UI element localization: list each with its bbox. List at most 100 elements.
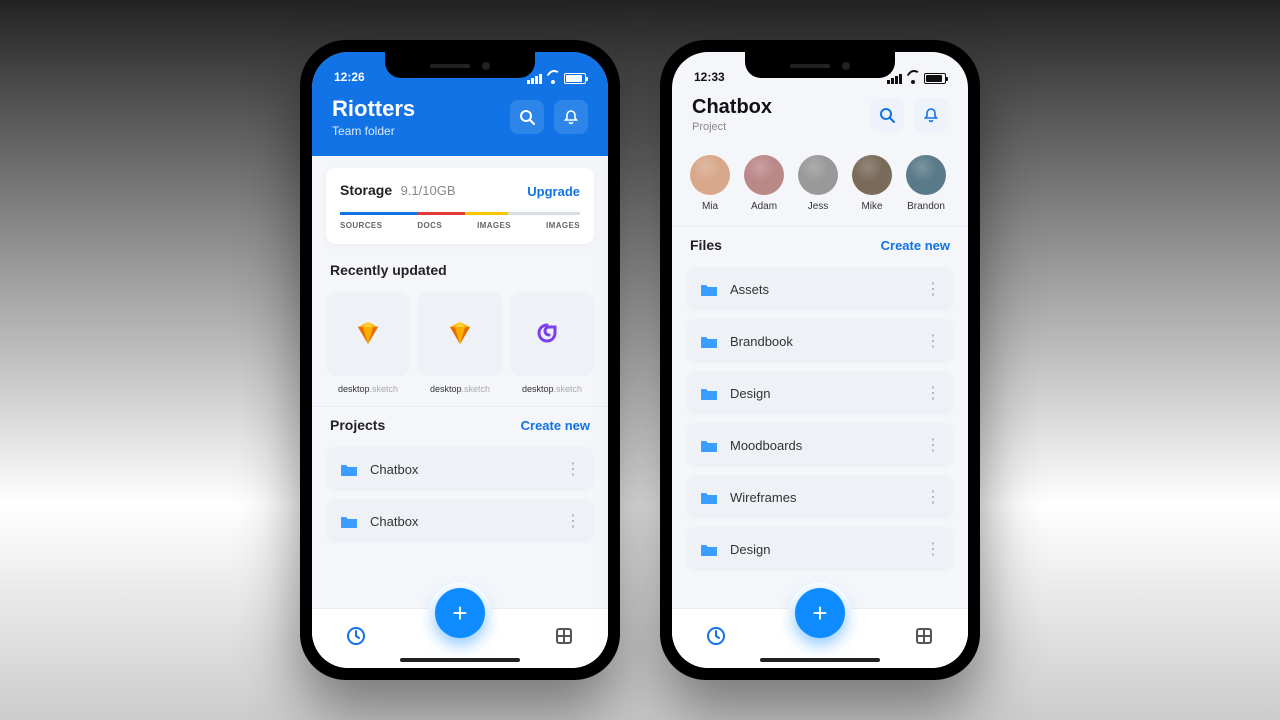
header-title: Riotters xyxy=(332,96,415,122)
notifications-button[interactable] xyxy=(914,98,948,132)
project-row[interactable]: Chatbox ⋮ xyxy=(326,447,594,491)
phone-riotters: 12:26 Riotters Team folder xyxy=(300,40,620,680)
person-name: Jess xyxy=(808,201,829,212)
person-item[interactable]: Brandon xyxy=(906,155,946,212)
storage-legend-item: IMAGES xyxy=(546,221,580,230)
status-icons xyxy=(527,73,586,84)
more-icon[interactable]: ⋮ xyxy=(565,459,580,479)
file-row[interactable]: Brandbook ⋮ xyxy=(686,319,954,363)
files-title: Files xyxy=(690,237,722,253)
storage-legend-item: SOURCES xyxy=(340,221,382,230)
recent-item-name: desktop.sketch xyxy=(338,384,398,394)
files-create-link[interactable]: Create new xyxy=(881,238,950,253)
file-name: Brandbook xyxy=(730,334,793,349)
more-icon[interactable]: ⋮ xyxy=(925,383,940,403)
status-bar: 12:33 xyxy=(672,52,968,86)
file-row[interactable]: Wireframes ⋮ xyxy=(686,475,954,519)
tab-grid[interactable] xyxy=(914,626,934,651)
avatar xyxy=(852,155,892,195)
search-button[interactable] xyxy=(870,98,904,132)
folder-icon xyxy=(340,462,358,476)
status-icons xyxy=(887,73,946,84)
person-item[interactable]: Jess xyxy=(798,155,838,212)
file-row[interactable]: Assets ⋮ xyxy=(686,267,954,311)
recent-item-name: desktop.sketch xyxy=(522,384,582,394)
project-name: Chatbox xyxy=(370,514,418,529)
wifi-icon xyxy=(546,74,560,84)
project-row[interactable]: Chatbox ⋮ xyxy=(326,499,594,543)
sketch-icon xyxy=(326,292,410,376)
file-row[interactable]: Moodboards ⋮ xyxy=(686,423,954,467)
recent-item[interactable]: desktop.sketch xyxy=(510,292,594,394)
storage-label: Storage xyxy=(340,182,392,198)
recent-item-name: desktop.sketch xyxy=(430,384,490,394)
notifications-button[interactable] xyxy=(554,100,588,134)
projects-create-link[interactable]: Create new xyxy=(521,418,590,433)
storage-legend: SOURCES DOCS IMAGES IMAGES xyxy=(340,221,580,230)
storage-bar xyxy=(340,212,580,215)
folder-icon xyxy=(700,334,718,348)
screen: 12:26 Riotters Team folder xyxy=(312,52,608,668)
storage-legend-item: DOCS xyxy=(417,221,442,230)
people-strip[interactable]: Mia Adam Jess Mike Brandon xyxy=(672,145,968,222)
folder-icon xyxy=(700,282,718,296)
project-name: Chatbox xyxy=(370,462,418,477)
person-item[interactable]: Adam xyxy=(744,155,784,212)
status-bar: 12:26 xyxy=(312,52,608,86)
upgrade-link[interactable]: Upgrade xyxy=(527,184,580,199)
avatar xyxy=(906,155,946,195)
avatar xyxy=(690,155,730,195)
tab-recent[interactable] xyxy=(346,626,366,651)
projects-title: Projects xyxy=(330,417,385,433)
folder-icon xyxy=(700,438,718,452)
recent-list: desktop.sketch desktop.sketch desktop.sk… xyxy=(312,284,608,402)
person-name: Mia xyxy=(702,201,718,212)
more-icon[interactable]: ⋮ xyxy=(925,435,940,455)
file-name: Design xyxy=(730,542,770,557)
signal-icon xyxy=(887,74,902,84)
header-subtitle: Team folder xyxy=(332,124,415,138)
sketch-icon xyxy=(418,292,502,376)
file-row[interactable]: Design ⋮ xyxy=(686,527,954,571)
file-name: Wireframes xyxy=(730,490,796,505)
file-name: Design xyxy=(730,386,770,401)
avatar xyxy=(744,155,784,195)
header-title: Chatbox xyxy=(692,96,772,119)
fab-add-button[interactable]: + xyxy=(435,588,485,638)
battery-icon xyxy=(924,73,946,84)
storage-legend-item: IMAGES xyxy=(477,221,511,230)
tab-recent[interactable] xyxy=(706,626,726,651)
header-subtitle: Project xyxy=(692,121,772,133)
more-icon[interactable]: ⋮ xyxy=(565,511,580,531)
storage-card: Storage 9.1/10GB Upgrade SOURCESDOCSIMAG… xyxy=(326,168,594,244)
person-name: Mike xyxy=(861,201,882,212)
file-name: Assets xyxy=(730,282,769,297)
battery-icon xyxy=(564,73,586,84)
folder-icon xyxy=(700,386,718,400)
folder-icon xyxy=(700,542,718,556)
search-button[interactable] xyxy=(510,100,544,134)
more-icon[interactable]: ⋮ xyxy=(925,487,940,507)
more-icon[interactable]: ⋮ xyxy=(925,331,940,351)
file-row[interactable]: Design ⋮ xyxy=(686,371,954,415)
recent-item[interactable]: desktop.sketch xyxy=(326,292,410,394)
phone-chatbox: 12:33 Chatbox Project Mia Adam xyxy=(660,40,980,680)
status-time: 12:26 xyxy=(334,70,365,84)
recent-title: Recently updated xyxy=(312,256,608,284)
person-item[interactable]: Mike xyxy=(852,155,892,212)
fab-add-button[interactable]: + xyxy=(795,588,845,638)
recent-item[interactable]: desktop.sketch xyxy=(418,292,502,394)
more-icon[interactable]: ⋮ xyxy=(925,539,940,559)
header: Chatbox Project xyxy=(672,86,968,145)
wifi-icon xyxy=(906,74,920,84)
folder-icon xyxy=(700,490,718,504)
more-icon[interactable]: ⋮ xyxy=(925,279,940,299)
screen: 12:33 Chatbox Project Mia Adam xyxy=(672,52,968,668)
avatar xyxy=(798,155,838,195)
principle-icon xyxy=(510,292,594,376)
file-name: Moodboards xyxy=(730,438,802,453)
person-name: Brandon xyxy=(907,201,945,212)
tab-grid[interactable] xyxy=(554,626,574,651)
person-item[interactable]: Mia xyxy=(690,155,730,212)
signal-icon xyxy=(527,74,542,84)
